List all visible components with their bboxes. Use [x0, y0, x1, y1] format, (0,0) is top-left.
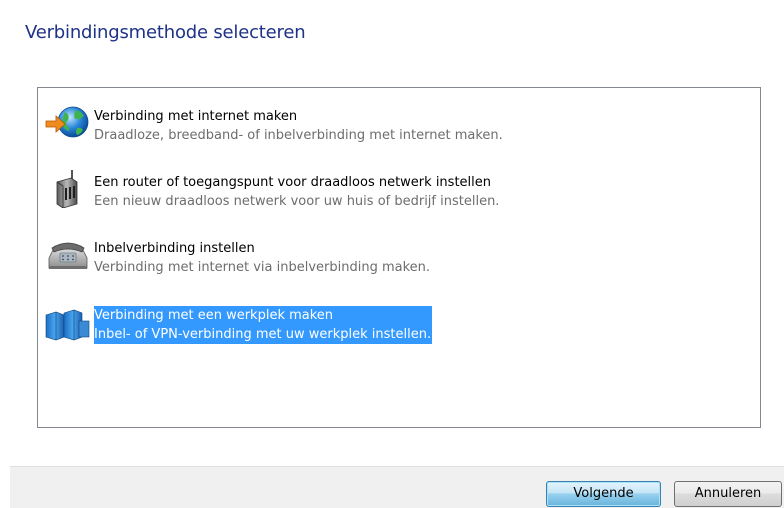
page-title: Verbindingsmethode selecteren — [25, 22, 306, 43]
next-button[interactable]: Volgende — [546, 481, 661, 507]
option-text: Verbinding met internet maken Draadloze,… — [94, 107, 503, 145]
wireless-router-icon — [43, 168, 91, 208]
connection-option-list[interactable]: Verbinding met internet maken Draadloze,… — [37, 87, 761, 428]
option-connect-internet[interactable]: Verbinding met internet maken Draadloze,… — [43, 100, 743, 150]
wizard-content: Verbindingsmethode selecteren Verbinding… — [0, 0, 784, 466]
option-setup-router[interactable]: Een router of toegangspunt voor draadloo… — [43, 166, 743, 216]
workplace-network-icon — [43, 301, 91, 341]
option-dialup[interactable]: Inbelverbinding instellen Verbinding met… — [43, 232, 743, 282]
option-description: Draadloze, breedband- of inbelverbinding… — [94, 128, 503, 143]
option-title: Een router of toegangspunt voor draadloo… — [94, 175, 491, 190]
wizard-footer: Volgende Annuleren — [10, 466, 784, 508]
option-description: Inbel- of VPN-verbinding met uw werkplek… — [94, 327, 432, 342]
option-text: Inbelverbinding instellen Verbinding met… — [94, 239, 430, 277]
option-title: Verbinding met een werkplek maken — [94, 308, 334, 323]
footer-gutter — [0, 466, 10, 508]
option-description: Een nieuw draadloos netwerk voor uw huis… — [94, 194, 500, 209]
option-title: Verbinding met internet maken — [94, 109, 298, 124]
option-text: Verbinding met een werkplek maken Inbel-… — [94, 306, 433, 344]
option-connect-workplace[interactable]: Verbinding met een werkplek maken Inbel-… — [43, 299, 743, 349]
globe-arrow-icon — [43, 102, 91, 142]
option-description: Verbinding met internet via inbelverbind… — [94, 260, 431, 275]
telephone-modem-icon — [43, 234, 91, 274]
option-title: Inbelverbinding instellen — [94, 241, 255, 256]
option-text: Een router of toegangspunt voor draadloo… — [94, 173, 499, 211]
cancel-button[interactable]: Annuleren — [674, 481, 782, 507]
